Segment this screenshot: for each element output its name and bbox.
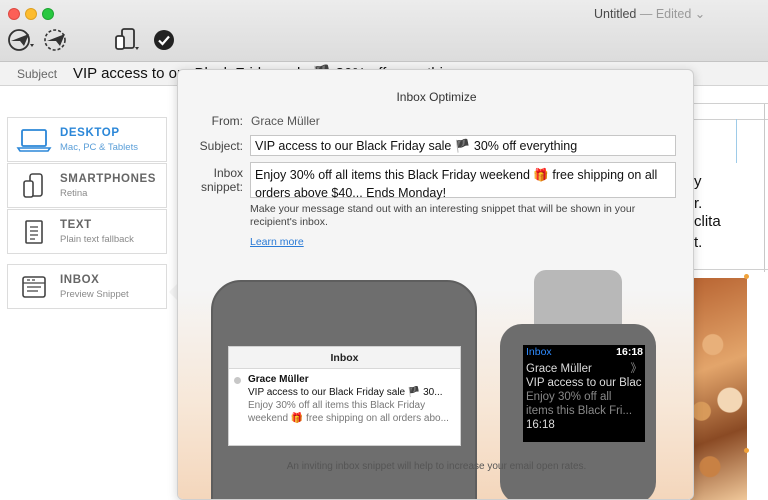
watch-app-name: Inbox (526, 346, 552, 358)
send-plane-icon[interactable] (6, 26, 38, 54)
phone-mail-subject: VIP access to our Black Friday sale 🏴 30… (248, 387, 443, 398)
subject-input[interactable]: VIP access to our Black Friday sale 🏴 30… (250, 135, 676, 156)
watch-subject: VIP access to our Blac (526, 377, 642, 389)
close-window-button[interactable] (8, 8, 20, 20)
sidebar-item-inbox[interactable]: INBOX Preview Snippet (7, 264, 167, 309)
minimize-window-button[interactable] (25, 8, 37, 20)
watch-from: Grace Müller (526, 363, 592, 375)
phone-mail-snippet: Enjoy 30% off all items this Black Frida… (248, 400, 449, 424)
resize-handle[interactable] (744, 274, 749, 279)
snippet-label-line1: Inbox (213, 166, 243, 180)
divider (690, 269, 768, 270)
phone-inbox-header: Inbox (229, 347, 460, 369)
popover-title: Inbox Optimize (396, 90, 477, 104)
unread-dot (234, 377, 241, 384)
sidebar-item-text[interactable]: TEXT Plain text fallback (7, 209, 167, 254)
watch-snippet: Enjoy 30% off all items this Black Fri..… (526, 391, 633, 417)
sidebar-item-title: DESKTOP (60, 126, 120, 139)
document-name: Untitled (594, 7, 637, 21)
autumn-photo (690, 278, 747, 500)
document-icon (8, 219, 60, 245)
window-titlebar: Untitled — Edited ⌄ (0, 0, 768, 62)
phone-inbox-preview: Inbox Grace Müller VIP access to our Bla… (228, 346, 461, 446)
zoom-window-button[interactable] (42, 8, 54, 20)
device-preview-icon[interactable] (112, 26, 142, 54)
snippet-textarea[interactable]: Enjoy 30% off all items this Black Frida… (250, 162, 676, 200)
watch-inbox-preview: Inbox 16:18 Grace Müller 》 VIP access to… (523, 345, 645, 442)
sidebar-item-subtitle: Preview Snippet (60, 288, 129, 300)
window-title: Untitled — Edited ⌄ (594, 6, 705, 21)
snippet-hint: Make your message stand out with an inte… (250, 203, 636, 228)
subject-label: Subject (17, 67, 58, 81)
open-rate-tip: An inviting inbox snippet will help to i… (286, 461, 587, 472)
learn-more-link[interactable]: Learn more (250, 236, 304, 248)
phone-mail-item: Grace Müller VIP access to our Black Fri… (229, 369, 460, 425)
preview-mode-sidebar: DESKTOP Mac, PC & Tablets SMARTPHONES Re… (0, 86, 176, 500)
divider (764, 104, 765, 272)
watch-from-row: Grace Müller 》 (526, 362, 642, 376)
phones-icon (8, 172, 60, 200)
subject-label: Subject: (199, 139, 243, 153)
sidebar-item-smartphones[interactable]: SMARTPHONES Retina (7, 163, 167, 208)
email-body-text: r. (694, 195, 703, 212)
chevron-right-icon: 》 (630, 363, 643, 375)
resize-handle[interactable] (744, 448, 749, 453)
watch-time: 16:18 (616, 346, 643, 358)
watch-band (534, 270, 622, 330)
guide-line (736, 119, 737, 163)
sidebar-item-title: INBOX (60, 273, 100, 286)
sidebar-item-title: TEXT (60, 218, 92, 231)
watch-footer-time: 16:18 (526, 419, 555, 431)
sidebar-item-subtitle: Plain text fallback (60, 233, 134, 245)
snippet-label-line2: snippet: (200, 180, 243, 194)
sidebar-item-subtitle: Mac, PC & Tablets (60, 141, 138, 153)
edited-status[interactable]: — Edited ⌄ (640, 7, 705, 21)
sidebar-item-subtitle: Retina (60, 187, 88, 199)
divider (690, 119, 768, 120)
divider (690, 103, 768, 104)
inbox-icon (8, 274, 60, 300)
send-test-icon[interactable] (40, 26, 72, 54)
laptop-icon (8, 127, 60, 153)
sidebar-item-title: SMARTPHONES (60, 172, 157, 185)
email-body-text: clita (694, 213, 721, 230)
inbox-optimize-popover: Inbox Optimize From: Grace Müller Subjec… (177, 69, 694, 500)
from-label: From: (211, 114, 243, 128)
phone-mail-from: Grace Müller (248, 374, 309, 385)
from-value: Grace Müller (251, 114, 320, 128)
watch-body: Grace Müller 》 VIP access to our Blac En… (523, 358, 645, 432)
watch-header: Inbox 16:18 (523, 345, 645, 358)
email-body-text: y (694, 173, 702, 190)
email-body-text: t. (694, 234, 703, 251)
checkmark-icon[interactable] (152, 26, 176, 54)
sidebar-item-desktop[interactable]: DESKTOP Mac, PC & Tablets (7, 117, 167, 162)
